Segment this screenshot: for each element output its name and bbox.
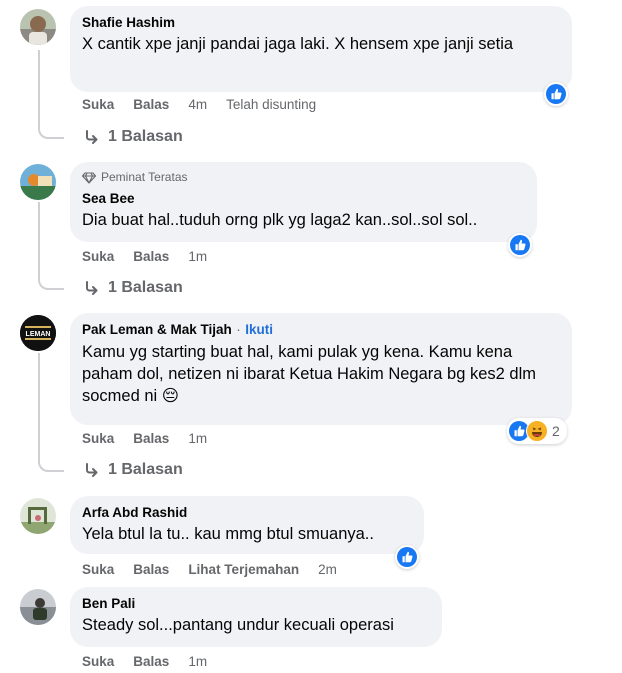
thread-elbow [38, 120, 64, 139]
comment-bubble: Shafie Hashim X cantik xpe janji pandai … [70, 6, 572, 92]
thread-elbow [38, 270, 64, 290]
follow-button[interactable]: Ikuti [245, 322, 273, 337]
comment-actions: Suka Balas 1m [82, 654, 226, 669]
comment-author[interactable]: Arfa Abd Rashid [82, 504, 412, 521]
reply-arrow-icon [86, 130, 98, 144]
timestamp[interactable]: 1m [188, 431, 207, 446]
reaction-summary[interactable] [395, 545, 419, 569]
comment-bubble: Ben Pali Steady sol...pantang undur kecu… [70, 587, 442, 647]
thumbs-up-icon [546, 84, 566, 104]
reply-button[interactable]: Balas [133, 431, 169, 446]
top-fan-badge: Peminat Teratas [82, 170, 525, 185]
timestamp[interactable]: 1m [188, 654, 207, 669]
like-button[interactable]: Suka [82, 654, 114, 669]
thread-elbow [38, 451, 64, 472]
avatar[interactable] [20, 9, 56, 45]
comment-text: Yela btul la tu.. kau mmg btul smuanya.. [82, 525, 374, 543]
view-replies-button[interactable]: 1 Balasan [84, 128, 183, 146]
timestamp[interactable]: 2m [318, 562, 337, 577]
timestamp[interactable]: 4m [188, 97, 207, 112]
see-translation-button[interactable]: Lihat Terjemahan [188, 562, 299, 577]
avatar[interactable]: LEMAN [20, 315, 56, 351]
reply-button[interactable]: Balas [133, 562, 169, 577]
replies-label: 1 Balasan [108, 128, 183, 145]
reply-button[interactable]: Balas [133, 97, 169, 112]
reaction-summary[interactable] [544, 82, 568, 106]
timestamp[interactable]: 1m [188, 249, 207, 264]
avatar[interactable] [20, 589, 56, 625]
comment-author[interactable]: Sea Bee [82, 190, 525, 207]
comment-bubble: Pak Leman & Mak Tijah · Ikuti Kamu yg st… [70, 313, 572, 425]
comment-author[interactable]: Ben Pali [82, 595, 430, 612]
comment-actions: Suka Balas 1m [82, 249, 226, 264]
comment-text: X cantik xpe janji pandai jaga laki. X h… [82, 35, 514, 53]
comment-author[interactable]: Shafie Hashim [82, 14, 560, 31]
reaction-count: 2 [552, 423, 560, 439]
avatar[interactable] [20, 498, 56, 534]
comment-actions: Suka Balas 1m [82, 431, 226, 446]
avatar[interactable] [20, 164, 56, 200]
separator: · [236, 322, 241, 337]
edited-label: Telah disunting [226, 97, 317, 112]
diamond-icon [82, 171, 96, 184]
thread-line [38, 202, 40, 272]
thread-line [38, 353, 40, 453]
reaction-summary[interactable]: 2 [507, 418, 567, 444]
thread-line [38, 50, 40, 122]
like-button[interactable]: Suka [82, 562, 114, 577]
comment-author[interactable]: Pak Leman & Mak Tijah [82, 322, 232, 337]
avatar-text: LEMAN [26, 331, 51, 338]
comment-text: Steady sol...pantang undur kecuali opera… [82, 616, 394, 634]
like-button[interactable]: Suka [82, 97, 114, 112]
badge-label: Peminat Teratas [101, 170, 188, 184]
view-replies-button[interactable]: 1 Balasan [84, 279, 183, 297]
reply-arrow-icon [86, 281, 98, 295]
comment-actions: Suka Balas 4m Telah disunting [82, 97, 335, 112]
like-button[interactable]: Suka [82, 431, 114, 446]
thumbs-up-icon [397, 547, 417, 567]
reply-button[interactable]: Balas [133, 249, 169, 264]
reaction-summary[interactable] [508, 233, 532, 257]
comment-bubble: Peminat Teratas Sea Bee Dia buat hal..tu… [70, 162, 537, 242]
laughing-face-icon [526, 420, 548, 442]
comment-text: Kamu yg starting buat hal, kami pulak yg… [82, 343, 536, 405]
comment-bubble: Arfa Abd Rashid Yela btul la tu.. kau mm… [70, 496, 424, 554]
comment-text: Dia buat hal..tuduh orng plk yg laga2 ka… [82, 211, 478, 229]
reply-button[interactable]: Balas [133, 654, 169, 669]
reply-arrow-icon [86, 463, 98, 477]
replies-label: 1 Balasan [108, 279, 183, 296]
view-replies-button[interactable]: 1 Balasan [84, 461, 183, 479]
like-button[interactable]: Suka [82, 249, 114, 264]
replies-label: 1 Balasan [108, 461, 183, 478]
comment-actions: Suka Balas Lihat Terjemahan 2m [82, 562, 356, 577]
thumbs-up-icon [510, 235, 530, 255]
